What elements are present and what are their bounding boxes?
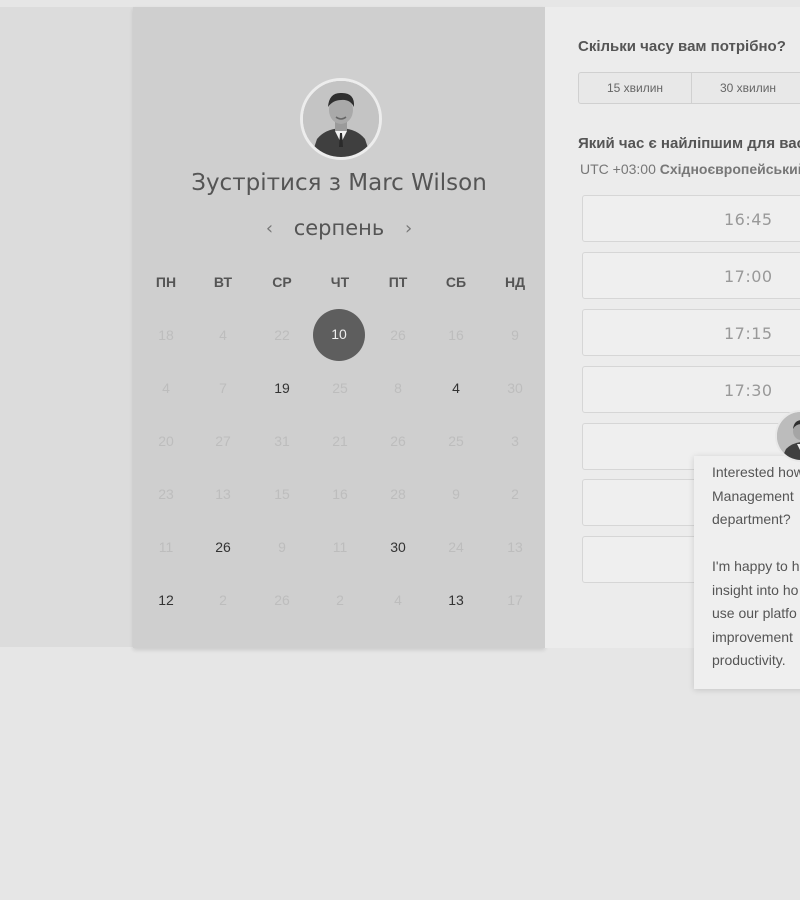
calendar-day-available[interactable]: 30 [373,522,423,572]
calendar-day-disabled: 26 [274,592,290,608]
chevron-right-icon[interactable]: › [391,218,426,239]
time-slot-label: 17:00 [724,267,773,286]
calendar-day-disabled: 26 [390,327,406,343]
weekday-label: ПТ [388,274,408,290]
duration-option-30[interactable]: 30 хвилин [692,73,800,103]
chevron-left-icon[interactable]: ‹ [252,218,287,239]
duration-selector: 15 хвилин 30 хвилин [578,72,800,104]
timezone-selector[interactable]: UTC +03:00 Східноєвропейський час [580,161,800,177]
calendar-day-available[interactable]: 26 [198,522,248,572]
weekday-label: СР [272,274,292,290]
time-question: Який час є найліпшим для вас? [578,135,800,152]
calendar-day-selected[interactable]: 10 [313,309,365,361]
calendar-day-disabled: 11 [332,539,348,555]
month-navigation: ‹ серпень › [133,215,545,240]
time-slot[interactable]: 17:30 [582,366,800,413]
calendar-day-disabled: 31 [274,433,290,449]
calendar-day-disabled: 18 [158,327,174,343]
weekday-label: ПН [155,274,177,290]
chat-message-popup[interactable]: Interested how Management department? I'… [694,456,800,689]
calendar-day-disabled: 8 [394,380,402,396]
calendar-day-disabled: 26 [390,433,406,449]
calendar-day-disabled: 30 [507,380,523,396]
host-avatar [300,78,382,160]
calendar-day-disabled: 22 [274,327,290,343]
weekday-label: ЧТ [330,274,350,290]
time-slot-label: 16:45 [724,210,773,229]
calendar-day-disabled: 25 [448,433,464,449]
calendar-day-disabled: 13 [507,539,523,555]
meeting-title: Зустрітися з Marc Wilson [191,170,487,196]
calendar-day-disabled: 15 [274,486,290,502]
weekday-label: ВТ [213,274,233,290]
calendar-day-available[interactable]: 19 [257,363,307,413]
timezone-offset: UTC +03:00 [580,161,656,177]
calendar-day-disabled: 13 [215,486,231,502]
calendar-day-disabled: 4 [162,380,170,396]
calendar-day-disabled: 2 [336,592,344,608]
calendar-day-disabled: 27 [215,433,231,449]
time-slot[interactable]: 16:45 [582,195,800,242]
calendar-day-disabled: 9 [278,539,286,555]
calendar-day-available[interactable]: 12 [141,575,191,625]
weekday-label: НД [504,274,526,290]
calendar-day-disabled: 9 [452,486,460,502]
calendar-day-available[interactable]: 4 [431,363,481,413]
calendar-day-disabled: 2 [219,592,227,608]
time-slot[interactable]: 17:00 [582,252,800,299]
duration-question: Скільки часу вам потрібно? [578,38,786,55]
calendar-day-disabled: 25 [332,380,348,396]
calendar-day-disabled: 17 [507,592,523,608]
calendar-day-disabled: 24 [448,539,464,555]
calendar-day-disabled: 20 [158,433,174,449]
time-slot-label: 17:15 [724,324,773,343]
calendar-day-disabled: 16 [332,486,348,502]
timezone-name: Східноєвропейський час [659,161,800,177]
calendar-day-disabled: 7 [219,380,227,396]
chat-message-text: Interested how Management department? I'… [712,464,800,668]
calendar-day-disabled: 11 [158,539,174,555]
time-slot[interactable]: 17:15 [582,309,800,356]
calendar-day-disabled: 9 [511,327,519,343]
calendar-day-disabled: 21 [332,433,348,449]
calendar-day-disabled: 28 [390,486,406,502]
calendar-day-disabled: 23 [158,486,174,502]
time-slot-label: 17:30 [724,381,773,400]
month-label: серпень [293,216,385,240]
duration-option-15[interactable]: 15 хвилин [579,73,692,103]
weekday-label: СБ [445,274,467,290]
calendar-day-disabled: 2 [511,486,519,502]
calendar-day-disabled: 3 [511,433,519,449]
calendar-day-disabled: 4 [394,592,402,608]
calendar-day-disabled: 16 [448,327,464,343]
calendar-day-disabled: 4 [219,327,227,343]
calendar-day-available[interactable]: 13 [431,575,481,625]
